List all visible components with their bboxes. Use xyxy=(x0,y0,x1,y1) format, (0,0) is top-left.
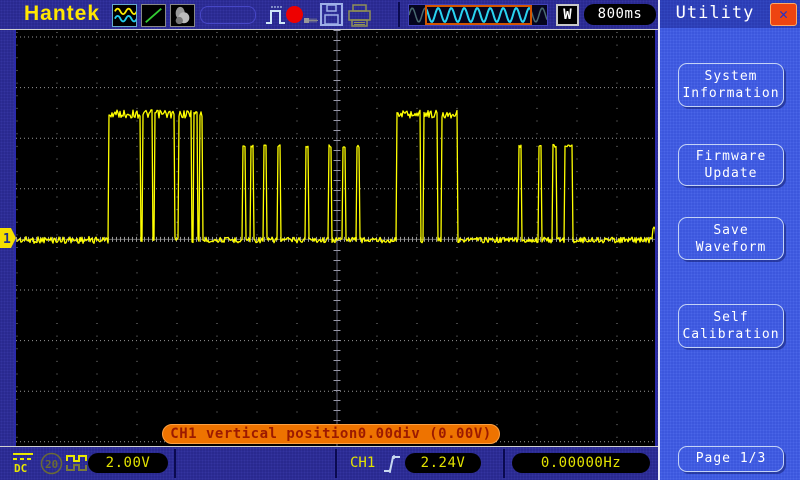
button-label-line: Firmware xyxy=(679,148,783,165)
bandwidth-20m-icon: 20 xyxy=(40,452,63,475)
firmware-update-button[interactable]: Firmware Update xyxy=(678,144,784,186)
save-floppy-icon xyxy=(320,3,344,26)
status-message: CH1 vertical position0.00div (0.00V) xyxy=(162,424,500,444)
button-label-line: Calibration xyxy=(679,326,783,343)
self-calibration-button[interactable]: Self Calibration xyxy=(678,304,784,348)
record-icon xyxy=(286,6,303,23)
button-label-line: Save xyxy=(679,222,783,239)
top-bar: Hantek xyxy=(0,0,658,29)
trigger-source-label: CH1 xyxy=(350,455,375,471)
graticule-and-trace xyxy=(16,30,655,446)
coupling-dc-icon: DC xyxy=(10,452,36,475)
bottombar-separator xyxy=(503,449,505,478)
topbar-separator xyxy=(398,2,400,27)
window-mode-indicator: W xyxy=(556,4,579,26)
bottombar-separator xyxy=(335,449,337,478)
svg-text:DC: DC xyxy=(14,462,27,475)
button-label-line: Self xyxy=(679,309,783,326)
save-waveform-button[interactable]: Save Waveform xyxy=(678,217,784,260)
probe-icon xyxy=(304,10,319,19)
channels-waveform-icon xyxy=(112,4,137,27)
horizontal-waveform-preview xyxy=(408,4,548,26)
empty-slot xyxy=(200,6,256,24)
slope-icon xyxy=(141,4,166,27)
close-icon[interactable]: ✕ xyxy=(770,3,797,26)
bottom-bar: DC 20 2.00V CH1 2.24V 0.00000Hz xyxy=(0,447,658,480)
waveform-display xyxy=(14,30,657,446)
frequency-counter-readout: 0.00000Hz xyxy=(512,453,650,473)
top-separator-line xyxy=(0,29,658,30)
printer-icon xyxy=(347,4,373,27)
button-label-line: Information xyxy=(679,85,783,102)
hand-icon xyxy=(170,4,195,27)
preview-window-handle[interactable] xyxy=(425,5,532,25)
button-label-line: Update xyxy=(679,165,783,182)
bottom-separator-line xyxy=(0,446,658,447)
svg-text:1: 1 xyxy=(3,232,11,247)
timebase-readout: 800ms xyxy=(584,4,656,25)
trigger-level-readout: 2.24V xyxy=(405,453,481,473)
button-label-line: Waveform xyxy=(679,239,783,256)
svg-text:20: 20 xyxy=(45,458,58,471)
trigger-rising-edge-icon xyxy=(383,451,401,475)
page-indicator-button[interactable]: Page 1/3 xyxy=(678,446,784,472)
button-label-line: System xyxy=(679,68,783,85)
utility-menu-panel: Utility ✕ System Information Firmware Up… xyxy=(658,0,800,480)
bottombar-separator xyxy=(174,449,176,478)
system-information-button[interactable]: System Information xyxy=(678,63,784,107)
ch1-volts-div-readout: 2.00V xyxy=(88,453,168,473)
channel1-position-marker[interactable]: 1 xyxy=(0,228,17,249)
hantek-logo: Hantek xyxy=(24,2,100,26)
